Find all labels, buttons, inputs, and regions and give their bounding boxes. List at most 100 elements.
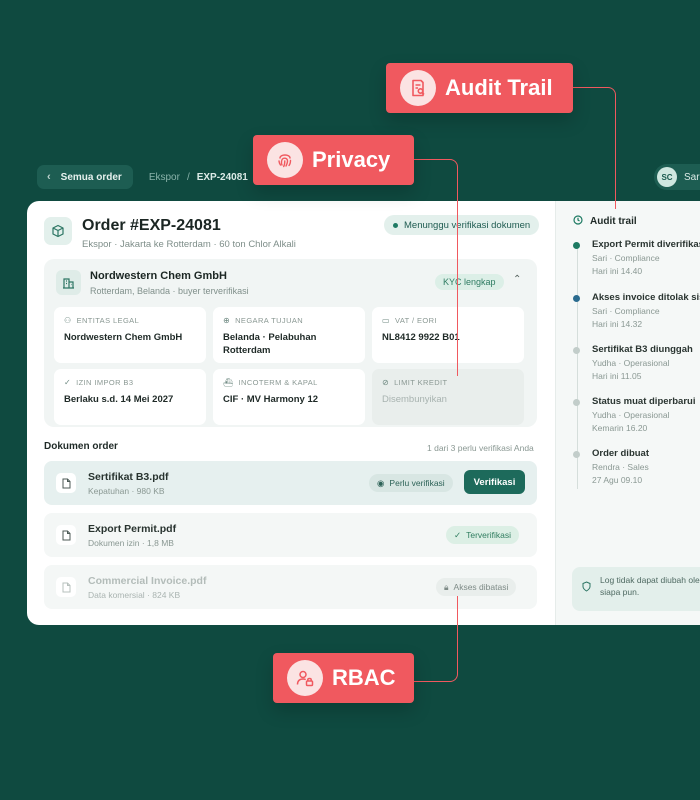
avatar: SC (657, 167, 677, 187)
note-text: Log tidak dapat diubah oleh siapa pun. (600, 575, 700, 597)
status-label: Terverifikasi (466, 530, 511, 540)
document-row-commercial-invoice: Commercial Invoice.pdf Data komersial · … (44, 565, 537, 609)
file-icon (56, 473, 76, 493)
document-name[interactable]: Sertifikat B3.pdf (88, 471, 169, 483)
audit-connector-line (571, 87, 616, 209)
event-title: Export Permit diverifikasi (592, 239, 700, 250)
status-badge: ✓ Terverifikasi (446, 526, 519, 544)
file-icon (56, 525, 76, 545)
rbac-callout: RBAC (273, 653, 414, 703)
company-subtitle: Rotterdam, Belanda · buyer terverifikasi (90, 286, 249, 296)
event-time: 27 Agu 09.10 (592, 475, 643, 485)
user-name: Sari (684, 171, 700, 183)
event-title: Akses invoice ditolak sistem (592, 292, 700, 303)
id-card-icon: ▭ (382, 316, 390, 325)
event-time: Kemarin 16.20 (592, 423, 648, 433)
timeline-dot-icon (573, 399, 580, 406)
document-meta: Dokumen izin · 1,8 MB (88, 538, 174, 548)
globe-icon: ⊕ (223, 316, 231, 325)
event-actor: Yudha · Operasional (592, 358, 670, 368)
event-actor: Sari · Compliance (592, 253, 660, 263)
back-button-label: Semua order (60, 171, 122, 183)
audit-trail-title: Audit trail (590, 216, 637, 227)
document-meta: Kepatuhan · 980 KB (88, 486, 165, 496)
order-subtitle: Ekspor · Jakarta ke Rotterdam · 60 ton C… (82, 239, 296, 250)
document-row-export-permit[interactable]: Export Permit.pdf Dokumen izin · 1,8 MB … (44, 513, 537, 557)
audit-document-icon (400, 70, 436, 106)
field-incoterm: ⛴ INCOTERM & KAPAL CIF · MV Harmony 12 (213, 369, 365, 425)
privacy-callout: Privacy (253, 135, 414, 185)
field-limit-kredit: ⊘ LIMIT KREDIT Disembunyikan (372, 369, 524, 425)
status-dot-icon (393, 222, 398, 228)
field-label: LIMIT KREDIT (394, 378, 448, 387)
field-value: CIF · MV Harmony 12 (223, 394, 319, 405)
event-title: Sertifikat B3 diunggah (592, 344, 693, 355)
callout-label: Audit Trail (445, 75, 553, 100)
person-icon: ⚇ (64, 316, 72, 325)
breadcrumb: Ekspor / EXP-24081 (149, 172, 248, 183)
immutable-log-note: Log tidak dapat diubah oleh siapa pun. (572, 567, 700, 611)
company-panel: Nordwestern Chem GmbH Rotterdam, Belanda… (44, 259, 537, 427)
status-label: Akses dibatasi (453, 582, 509, 592)
eye-icon: ◉ (377, 477, 385, 488)
company-name: Nordwestern Chem GmbH (90, 270, 227, 282)
event-actor: Rendra · Sales (592, 462, 649, 472)
building-icon (56, 270, 81, 295)
page-title: Order #EXP-24081 (82, 217, 221, 234)
clock-icon (573, 215, 583, 228)
status-badge: ◉ Perlu verifikasi (369, 474, 453, 492)
lock-icon: 🔒︎ (444, 581, 449, 592)
field-label: INCOTERM & KAPAL (238, 378, 318, 387)
status-badge: 🔒︎ Akses dibatasi (436, 578, 517, 596)
shield-icon (582, 581, 591, 595)
order-detail-panel: Order #EXP-24081 Ekspor · Jakarta ke Rot… (27, 201, 555, 625)
documents-heading: Dokumen order (44, 441, 118, 452)
ship-icon: ⛴ (223, 378, 234, 387)
field-label: ENTITAS LEGAL (76, 316, 140, 325)
timeline-dot-icon (573, 295, 580, 302)
document-name: Commercial Invoice.pdf (88, 575, 207, 587)
document-row-sertifikat[interactable]: Sertifikat B3.pdf Kepatuhan · 980 KB ◉ P… (44, 461, 537, 505)
event-time: Hari ini 14.40 (592, 266, 643, 276)
field-izin-impor: ✓ IZIN IMPOR B3 Berlaku s.d. 14 Mei 2027 (54, 369, 206, 425)
fingerprint-icon (267, 142, 303, 178)
document-name[interactable]: Export Permit.pdf (88, 523, 176, 535)
chevron-left-icon: ‹ (47, 171, 51, 183)
timeline-dot-icon (573, 242, 580, 249)
collapse-chevron-icon[interactable]: ⌃ (513, 274, 521, 285)
eye-off-icon: ⊘ (382, 378, 390, 387)
breadcrumb-ekspor[interactable]: Ekspor (149, 172, 180, 183)
audit-trail-heading: Audit trail (573, 215, 637, 228)
audit-trail-panel: Audit trail Export Permit diverifikasi Sa… (555, 201, 700, 625)
user-lock-icon (287, 660, 323, 696)
event-actor: Sari · Compliance (592, 306, 660, 316)
file-icon (56, 577, 76, 597)
top-nav: ‹ Semua order Ekspor / EXP-24081 (37, 165, 248, 189)
event-time: Hari ini 11.05 (592, 371, 642, 381)
check-icon: ✓ (454, 529, 462, 540)
event-title: Status muat diperbarui (592, 396, 696, 407)
callout-label: Privacy (312, 147, 391, 172)
check-icon: ✓ (64, 378, 72, 387)
audit-trail-callout: Audit Trail (386, 63, 573, 113)
timeline-dot-icon (573, 451, 580, 458)
event-title: Order dibuat (592, 448, 650, 459)
field-label: NEGARA TUJUAN (235, 316, 304, 325)
order-card: Order #EXP-24081 Ekspor · Jakarta ke Rot… (27, 201, 700, 625)
field-value: Belanda · Pelabuhan Rotterdam (223, 332, 317, 356)
verify-button[interactable]: Verifikasi (464, 470, 525, 494)
breadcrumb-separator: / (186, 171, 190, 183)
user-menu[interactable]: SC Sari (654, 164, 700, 190)
field-value-hidden: Disembunyikan (382, 394, 447, 405)
back-button[interactable]: ‹ Semua order (37, 165, 133, 189)
field-label: IZIN IMPOR B3 (76, 378, 134, 387)
status-label: Perlu verifikasi (389, 478, 445, 488)
breadcrumb-current: EXP-24081 (196, 171, 248, 183)
event-time: Hari ini 14.32 (592, 319, 643, 329)
document-meta: Data komersial · 824 KB (88, 590, 181, 600)
event-actor: Yudha · Operasional (592, 410, 670, 420)
field-negara-tujuan: ⊕ NEGARA TUJUAN Belanda · Pelabuhan Rotte… (213, 307, 365, 363)
order-header: Order #EXP-24081 Ekspor · Jakarta ke Rot… (44, 217, 296, 250)
status-badge: Menunggu verifikasi dokumen (384, 215, 540, 235)
documents-count: 1 dari 3 perlu verifikasi Anda (427, 443, 534, 453)
